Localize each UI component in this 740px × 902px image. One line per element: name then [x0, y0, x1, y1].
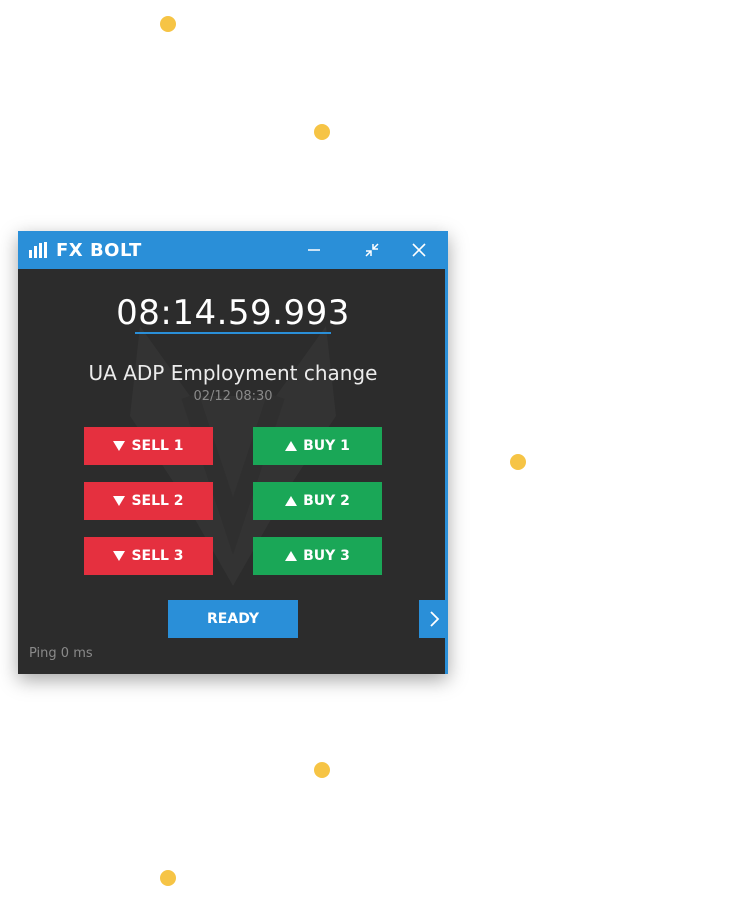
title-bar[interactable]: FX BOLT: [18, 231, 448, 269]
ready-button[interactable]: READY: [168, 600, 298, 638]
ping-status: Ping 0 ms: [29, 646, 93, 661]
buy-1-label: BUY 1: [303, 438, 350, 454]
sell-3-label: SELL 3: [131, 548, 184, 564]
collapse-button[interactable]: [352, 231, 392, 269]
decorative-dot: [160, 16, 176, 32]
triangle-down-icon: [113, 496, 126, 506]
triangle-up-icon: [285, 551, 298, 561]
buy-2-button[interactable]: BUY 2: [253, 482, 382, 520]
sell-2-button[interactable]: SELL 2: [84, 482, 213, 520]
clock-underline: [135, 332, 331, 334]
expand-panel-button[interactable]: [419, 600, 448, 638]
buy-3-button[interactable]: BUY 3: [253, 537, 382, 575]
decorative-dot: [314, 762, 330, 778]
sell-3-button[interactable]: SELL 3: [84, 537, 213, 575]
buy-3-label: BUY 3: [303, 548, 350, 564]
event-title: UA ADP Employment change: [88, 361, 378, 385]
signal-bars-icon: [29, 242, 47, 258]
close-button[interactable]: [399, 231, 439, 269]
window-edge: [445, 269, 448, 674]
close-icon: [412, 243, 426, 257]
triangle-down-icon: [113, 551, 126, 561]
app-window: FX BOLT 08:14.59.993 UA ADP Employment c…: [18, 231, 448, 674]
minimize-icon: [308, 249, 320, 251]
minimize-button[interactable]: [294, 231, 334, 269]
triangle-up-icon: [285, 496, 298, 506]
decorative-dot: [510, 454, 526, 470]
sell-2-label: SELL 2: [131, 493, 184, 509]
sell-1-label: SELL 1: [131, 438, 184, 454]
collapse-icon: [365, 243, 379, 257]
app-title: FX BOLT: [56, 240, 142, 261]
triangle-down-icon: [113, 441, 126, 451]
countdown-clock: 08:14.59.993: [116, 293, 350, 333]
triangle-up-icon: [285, 441, 298, 451]
buy-1-button[interactable]: BUY 1: [253, 427, 382, 465]
decorative-dot: [160, 870, 176, 886]
decorative-dot: [314, 124, 330, 140]
buy-2-label: BUY 2: [303, 493, 350, 509]
chevron-right-icon: [430, 611, 440, 627]
sell-1-button[interactable]: SELL 1: [84, 427, 213, 465]
event-date: 02/12 08:30: [193, 389, 273, 404]
